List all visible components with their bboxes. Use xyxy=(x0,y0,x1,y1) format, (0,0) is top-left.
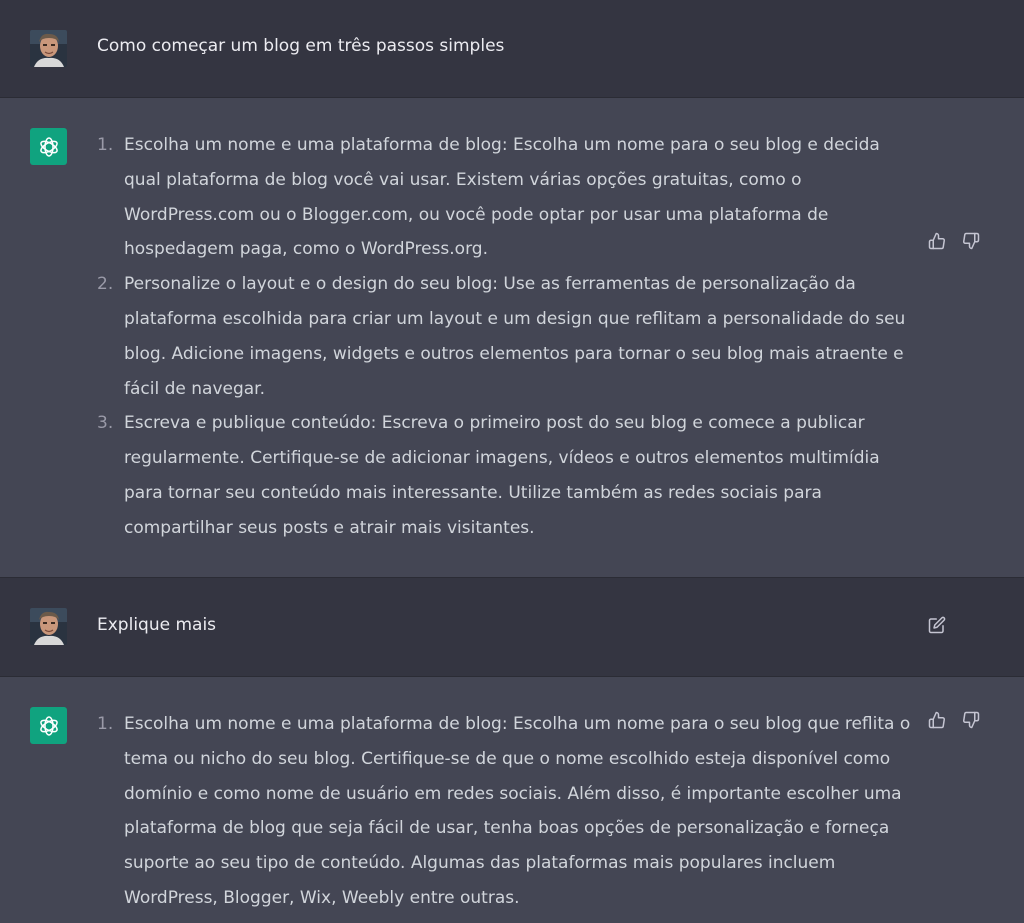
openai-logo-icon xyxy=(30,707,67,744)
list-item-number: 3. xyxy=(97,413,114,434)
user-message-row: Explique mais xyxy=(0,578,1024,677)
list-item-text: Escolha um nome e uma plataforma de blog… xyxy=(124,135,880,260)
list-item: 3. Escreva e publique conteúdo: Escreva … xyxy=(97,406,912,545)
thumbs-up-icon xyxy=(928,232,945,250)
list-item-text: Escolha um nome e uma plataforma de blog… xyxy=(124,714,911,908)
user-prompt-text: Como começar um blog em três passos simp… xyxy=(97,36,505,56)
thumbs-down-icon xyxy=(963,232,980,250)
thumbs-down-button[interactable] xyxy=(960,230,982,252)
assistant-message-row: 1. Escolha um nome e uma plataforma de b… xyxy=(0,98,1024,578)
user-prompt-text: Explique mais xyxy=(97,615,217,635)
assistant-answer-list: 1. Escolha um nome e uma plataforma de b… xyxy=(97,128,912,546)
list-item-text: Escreva e publique conteúdo: Escreva o p… xyxy=(124,413,880,538)
thumbs-up-icon xyxy=(928,711,945,729)
list-item-number: 1. xyxy=(97,135,114,155)
list-item-number: 2. xyxy=(97,274,114,295)
list-item-number: 1. xyxy=(97,714,114,734)
list-item: 2. Personalize o layout e o design do se… xyxy=(97,267,912,406)
list-item: 1. Escolha um nome e uma plataforma de b… xyxy=(97,128,912,267)
thumbs-down-icon xyxy=(963,711,980,729)
user-avatar xyxy=(30,608,67,645)
user-avatar-photo xyxy=(30,30,67,67)
user-avatar xyxy=(30,30,67,67)
thumbs-up-button[interactable] xyxy=(926,230,948,252)
user-avatar-photo xyxy=(30,608,67,645)
openai-logo-icon xyxy=(30,128,67,165)
list-item: 1. Escolha um nome e uma plataforma de b… xyxy=(97,707,912,916)
assistant-answer-list: 1. Escolha um nome e uma plataforma de b… xyxy=(97,707,912,916)
list-item-text: Personalize o layout e o design do seu b… xyxy=(124,274,906,399)
user-message-row: Como começar um blog em três passos simp… xyxy=(0,0,1024,98)
edit-message-button[interactable] xyxy=(926,614,948,636)
thumbs-up-button[interactable] xyxy=(926,709,948,731)
assistant-message-row: 1. Escolha um nome e uma plataforma de b… xyxy=(0,677,1024,923)
edit-message-icon xyxy=(928,616,946,634)
thumbs-down-button[interactable] xyxy=(960,709,982,731)
